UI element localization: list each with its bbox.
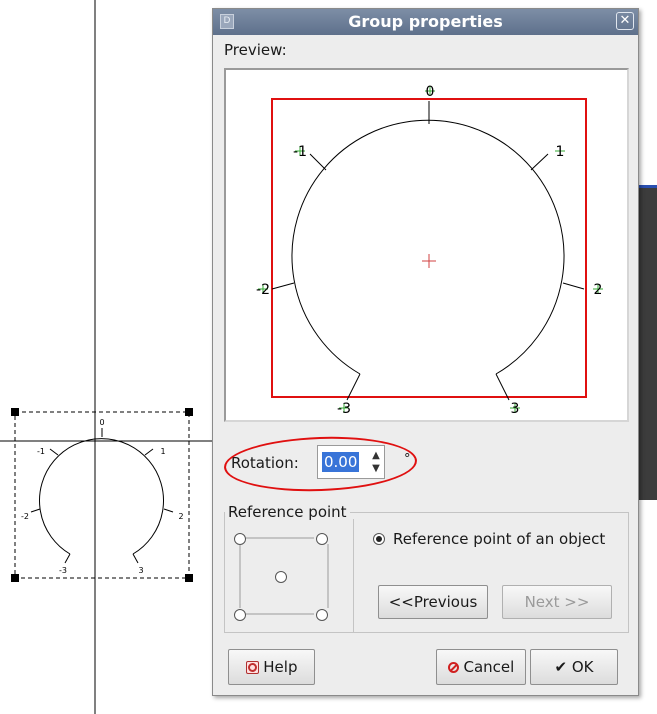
bg-label-minus-2: -2 (21, 512, 29, 521)
preview-gauge-arc (291, 119, 565, 375)
help-button[interactable]: Help (228, 649, 315, 685)
bg-label-0: 0 (99, 418, 104, 427)
dialog-title: Group properties (348, 12, 503, 31)
bg-label-minus-3: -3 (59, 566, 67, 575)
background-window-edge (636, 185, 657, 500)
reference-center-radio[interactable] (275, 571, 287, 583)
preview-bounding-box (271, 98, 587, 398)
preview-label-minus-2: -2 (256, 282, 270, 298)
preview-label-2: 2 (594, 282, 603, 298)
reference-point-divider (353, 519, 354, 633)
cancel-button[interactable]: Cancel (436, 649, 526, 685)
selection-handle-top-left[interactable] (11, 408, 19, 416)
bg-label-3: 3 (138, 566, 143, 575)
cancel-button-label: Cancel (463, 658, 515, 676)
cancel-icon (447, 662, 459, 673)
group-properties-dialog: D Group properties ✕ Preview: 0 1 2 3 -3… (212, 8, 639, 696)
close-button[interactable]: ✕ (616, 12, 634, 30)
preview-label-0: 0 (426, 84, 435, 100)
preview-label-3: 3 (511, 401, 520, 417)
reference-object-radio[interactable] (373, 533, 385, 545)
reference-object-label: Reference point of an object (393, 530, 606, 548)
bg-tick-1 (144, 448, 154, 456)
preview-label: Preview: (224, 41, 287, 59)
reference-bottom-left-radio[interactable] (234, 609, 246, 621)
bg-label-1: 1 (160, 447, 165, 456)
bg-label-2: 2 (178, 512, 183, 521)
reference-top-right-radio[interactable] (316, 533, 328, 545)
preview-tick-minus-1 (309, 153, 327, 171)
selection-handle-bottom-left[interactable] (11, 574, 19, 582)
previous-button[interactable]: <<Previous (378, 585, 488, 619)
preview-panel: 0 1 2 3 -3 -2 -1 (224, 68, 629, 422)
help-icon (245, 661, 259, 674)
selection-handle-bottom-right[interactable] (185, 574, 193, 582)
next-button[interactable]: Next >> (502, 585, 612, 619)
ok-button[interactable]: ✔ OK (530, 649, 618, 685)
bg-tick-3 (132, 553, 139, 564)
preview-drawing: 0 1 2 3 -3 -2 -1 (256, 84, 603, 417)
dialog-titlebar[interactable]: D Group properties ✕ (213, 9, 638, 35)
bg-tick-minus-2 (30, 508, 41, 513)
preview-tick-minus-2 (271, 282, 295, 290)
ok-button-label: OK (571, 658, 594, 676)
help-button-label: Help (263, 658, 298, 676)
radio-selected-dot (376, 536, 382, 542)
preview-tick-2 (562, 282, 585, 290)
reference-point-legend: Reference point (225, 503, 350, 521)
background-gauge-arc (39, 438, 164, 555)
bg-tick-minus-1 (49, 448, 59, 456)
selection-handle-top-right[interactable] (185, 408, 193, 416)
preview-tick-1 (530, 153, 549, 171)
preview-label-1: 1 (556, 144, 565, 160)
preview-label-minus-1: -1 (293, 144, 307, 160)
checkmark-icon: ✔ (554, 658, 568, 676)
preview-label-minus-3: -3 (337, 401, 351, 417)
reference-top-left-radio[interactable] (234, 533, 246, 545)
preview-center-cross (422, 254, 436, 268)
bg-label-minus-1: -1 (37, 447, 45, 456)
background-window-border (636, 185, 657, 188)
annotation-oval (223, 433, 418, 495)
reference-bottom-right-radio[interactable] (316, 609, 328, 621)
bg-tick-2 (163, 508, 174, 513)
bg-tick-minus-3 (64, 553, 71, 564)
